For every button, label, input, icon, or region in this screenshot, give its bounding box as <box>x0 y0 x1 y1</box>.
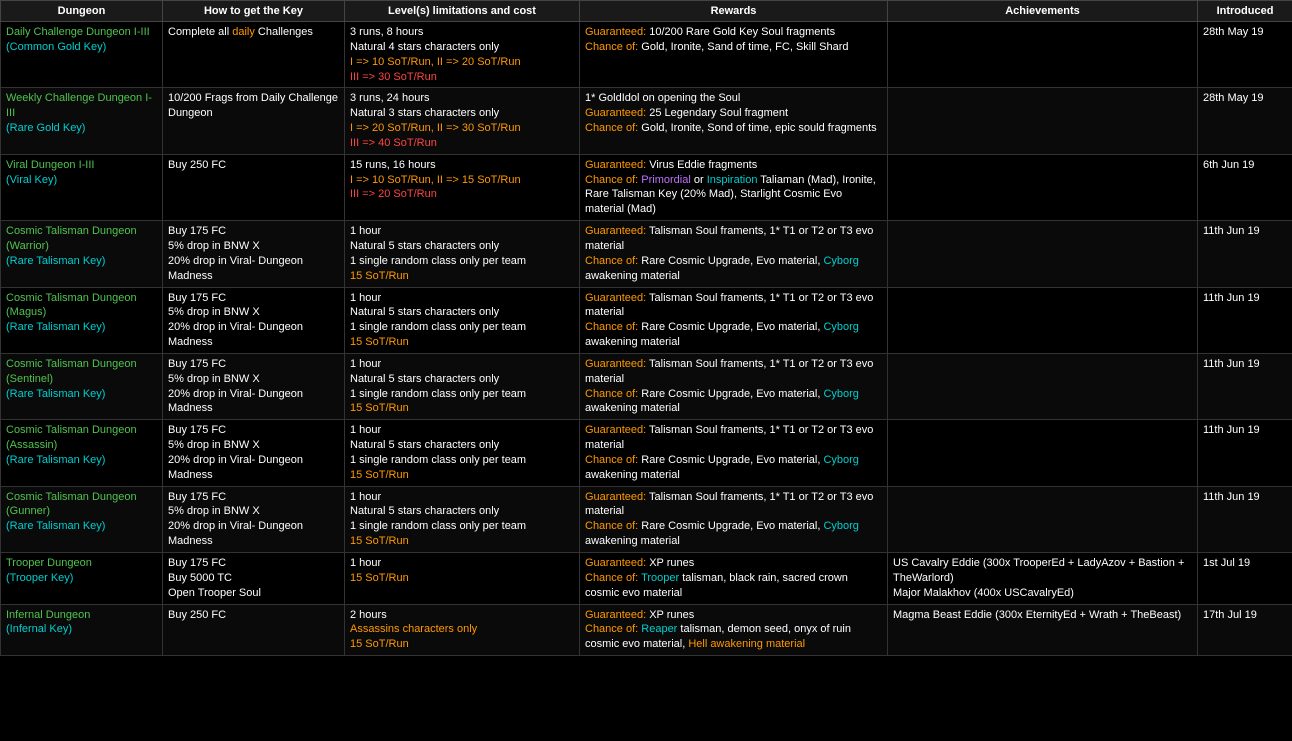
introduced-cell: 28th May 19 <box>1198 22 1292 88</box>
table-row: Viral Dungeon I-III(Viral Key) Buy 250 F… <box>1 154 1292 220</box>
table-row: Cosmic Talisman Dungeon (Warrior)(Rare T… <box>1 221 1292 287</box>
dungeon-cell: Cosmic Talisman Dungeon (Assassin)(Rare … <box>1 420 163 486</box>
level-cell: 1 hour15 SoT/Run <box>345 553 580 605</box>
introduced-cell: 11th Jun 19 <box>1198 353 1292 419</box>
achievements-cell <box>888 287 1198 353</box>
rewards-cell: Guaranteed: Talisman Soul framents, 1* T… <box>580 420 888 486</box>
dungeon-cell: Trooper Dungeon(Trooper Key) <box>1 553 163 605</box>
rewards-cell: Guaranteed: XP runesChance of: Reaper ta… <box>580 604 888 656</box>
header-level: Level(s) limitations and cost <box>345 1 580 22</box>
table-row: Cosmic Talisman Dungeon (Magus)(Rare Tal… <box>1 287 1292 353</box>
how-cell: Buy 175 FC5% drop in BNW X20% drop in Vi… <box>163 287 345 353</box>
dungeon-cell: Cosmic Talisman Dungeon (Magus)(Rare Tal… <box>1 287 163 353</box>
achievements-cell <box>888 22 1198 88</box>
dungeon-table: Dungeon How to get the Key Level(s) limi… <box>0 0 1292 656</box>
dungeon-cell: Weekly Challenge Dungeon I-III(Rare Gold… <box>1 88 163 154</box>
rewards-cell: 1* GoldIdol on opening the SoulGuarantee… <box>580 88 888 154</box>
table-row: Cosmic Talisman Dungeon (Sentinel)(Rare … <box>1 353 1292 419</box>
achievements-cell: Magma Beast Eddie (300x EternityEd + Wra… <box>888 604 1198 656</box>
achievements-cell <box>888 88 1198 154</box>
table-row: Trooper Dungeon(Trooper Key) Buy 175 FCB… <box>1 553 1292 605</box>
table-row: Cosmic Talisman Dungeon (Assassin)(Rare … <box>1 420 1292 486</box>
how-cell: Buy 250 FC <box>163 154 345 220</box>
achievements-cell: US Cavalry Eddie (300x TrooperEd + LadyA… <box>888 553 1198 605</box>
introduced-cell: 6th Jun 19 <box>1198 154 1292 220</box>
dungeon-cell: Daily Challenge Dungeon I-III(Common Gol… <box>1 22 163 88</box>
how-cell: Buy 175 FC5% drop in BNW X20% drop in Vi… <box>163 353 345 419</box>
how-cell: Complete all daily Challenges <box>163 22 345 88</box>
introduced-cell: 11th Jun 19 <box>1198 420 1292 486</box>
header-introduced: Introduced <box>1198 1 1292 22</box>
introduced-cell: 11th Jun 19 <box>1198 287 1292 353</box>
level-cell: 1 hourNatural 5 stars characters only1 s… <box>345 486 580 552</box>
header-key: How to get the Key <box>163 1 345 22</box>
how-cell: 10/200 Frags from Daily Challenge Dungeo… <box>163 88 345 154</box>
achievements-cell <box>888 154 1198 220</box>
dungeon-cell: Cosmic Talisman Dungeon (Sentinel)(Rare … <box>1 353 163 419</box>
rewards-cell: Guaranteed: Talisman Soul framents, 1* T… <box>580 486 888 552</box>
rewards-cell: Guaranteed: Talisman Soul framents, 1* T… <box>580 221 888 287</box>
introduced-cell: 11th Jun 19 <box>1198 221 1292 287</box>
introduced-cell: 17th Jul 19 <box>1198 604 1292 656</box>
how-cell: Buy 175 FC5% drop in BNW X20% drop in Vi… <box>163 420 345 486</box>
rewards-cell: Guaranteed: Virus Eddie fragmentsChance … <box>580 154 888 220</box>
rewards-cell: Guaranteed: Talisman Soul framents, 1* T… <box>580 353 888 419</box>
level-cell: 1 hourNatural 5 stars characters only1 s… <box>345 221 580 287</box>
header-dungeon: Dungeon <box>1 1 163 22</box>
how-cell: Buy 175 FC5% drop in BNW X20% drop in Vi… <box>163 221 345 287</box>
achievements-cell <box>888 221 1198 287</box>
achievements-cell <box>888 353 1198 419</box>
level-cell: 1 hourNatural 5 stars characters only1 s… <box>345 420 580 486</box>
how-cell: Buy 175 FC5% drop in BNW X20% drop in Vi… <box>163 486 345 552</box>
table-row: Daily Challenge Dungeon I-III(Common Gol… <box>1 22 1292 88</box>
introduced-cell: 28th May 19 <box>1198 88 1292 154</box>
rewards-cell: Guaranteed: XP runesChance of: Trooper t… <box>580 553 888 605</box>
header-rewards: Rewards <box>580 1 888 22</box>
header-achievements: Achievements <box>888 1 1198 22</box>
dungeon-cell: Cosmic Talisman Dungeon (Gunner)(Rare Ta… <box>1 486 163 552</box>
introduced-cell: 1st Jul 19 <box>1198 553 1292 605</box>
level-cell: 2 hoursAssassins characters only15 SoT/R… <box>345 604 580 656</box>
rewards-cell: Guaranteed: Talisman Soul framents, 1* T… <box>580 287 888 353</box>
level-cell: 15 runs, 16 hoursI => 10 SoT/Run, II => … <box>345 154 580 220</box>
level-cell: 3 runs, 24 hoursNatural 3 stars characte… <box>345 88 580 154</box>
achievements-cell <box>888 486 1198 552</box>
dungeon-cell: Viral Dungeon I-III(Viral Key) <box>1 154 163 220</box>
how-cell: Buy 175 FCBuy 5000 TCOpen Trooper Soul <box>163 553 345 605</box>
achievements-cell <box>888 420 1198 486</box>
dungeon-cell: Cosmic Talisman Dungeon (Warrior)(Rare T… <box>1 221 163 287</box>
level-cell: 1 hourNatural 5 stars characters only1 s… <box>345 353 580 419</box>
level-cell: 3 runs, 8 hoursNatural 4 stars character… <box>345 22 580 88</box>
dungeon-cell: Infernal Dungeon(Infernal Key) <box>1 604 163 656</box>
how-cell: Buy 250 FC <box>163 604 345 656</box>
level-cell: 1 hourNatural 5 stars characters only1 s… <box>345 287 580 353</box>
table-row: Cosmic Talisman Dungeon (Gunner)(Rare Ta… <box>1 486 1292 552</box>
rewards-cell: Guaranteed: 10/200 Rare Gold Key Soul fr… <box>580 22 888 88</box>
table-row: Weekly Challenge Dungeon I-III(Rare Gold… <box>1 88 1292 154</box>
table-row: Infernal Dungeon(Infernal Key) Buy 250 F… <box>1 604 1292 656</box>
introduced-cell: 11th Jun 19 <box>1198 486 1292 552</box>
